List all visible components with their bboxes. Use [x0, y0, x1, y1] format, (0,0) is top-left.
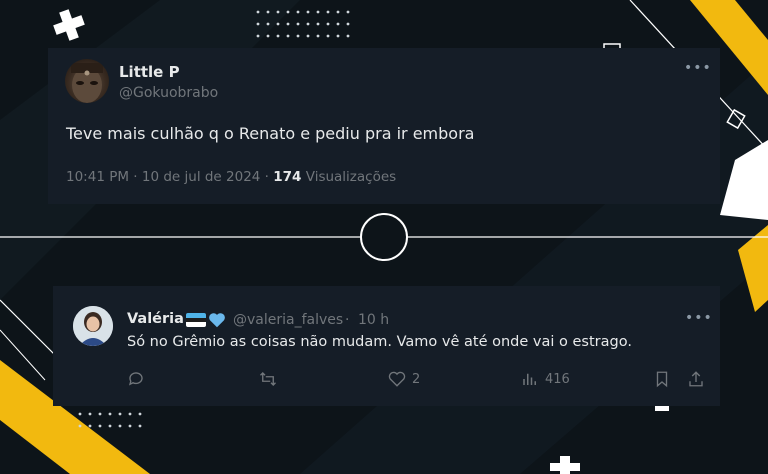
heart-emoji-icon	[209, 313, 225, 328]
user-handle[interactable]: @Gokuobrabo	[119, 85, 218, 101]
views-label: Visualizações	[305, 169, 397, 185]
avatar-image	[71, 63, 103, 103]
avatar-image	[73, 306, 113, 346]
avatar[interactable]	[65, 59, 109, 103]
meta-separator: ·	[129, 169, 142, 185]
analytics-icon	[523, 373, 536, 385]
comment-icon	[128, 372, 143, 386]
bookmark-icon	[656, 371, 668, 388]
share-icon	[689, 371, 703, 387]
reply-action[interactable]	[127, 370, 145, 388]
avatar[interactable]	[73, 306, 113, 346]
display-name[interactable]: Valéria	[127, 311, 184, 327]
more-dots-icon[interactable]: •••	[685, 310, 713, 326]
views-count: 174	[273, 169, 302, 185]
retweet-icon	[260, 372, 276, 386]
user-handle[interactable]: @valeria_falves	[233, 312, 343, 328]
meta-separator: ·	[260, 169, 274, 185]
views-action[interactable]: 416	[521, 370, 570, 388]
views-count: 416	[545, 371, 570, 387]
share-action[interactable]	[687, 370, 705, 388]
tweet-text: Teve mais culhão q o Renato e pediu pra …	[66, 124, 475, 143]
separator-dot: ·	[345, 312, 350, 328]
reply-card[interactable]: Valéria @valeria_falves · 10 h ••• Só no…	[53, 286, 720, 406]
bookmark-action[interactable]	[653, 370, 671, 388]
heart-icon	[388, 371, 406, 387]
tweet-date[interactable]: 10 de jul de 2024	[142, 169, 261, 185]
reply-time[interactable]: 10 h	[358, 312, 389, 328]
more-dots-icon[interactable]: •••	[684, 60, 712, 76]
tweet-card[interactable]: Little P @Gokuobrabo ••• Teve mais culhã…	[48, 48, 720, 204]
flag-emoji	[186, 313, 206, 327]
retweet-action[interactable]	[258, 370, 278, 388]
tweet-meta: 10:41 PM · 10 de jul de 2024 · 174 Visua…	[66, 169, 396, 185]
reply-text: Só no Grêmio as coisas não mudam. Vamo v…	[127, 334, 632, 350]
like-action[interactable]: 2	[388, 370, 420, 388]
tweet-time[interactable]: 10:41 PM	[66, 169, 129, 185]
like-count: 2	[412, 371, 421, 387]
display-name[interactable]: Little P	[119, 63, 180, 81]
